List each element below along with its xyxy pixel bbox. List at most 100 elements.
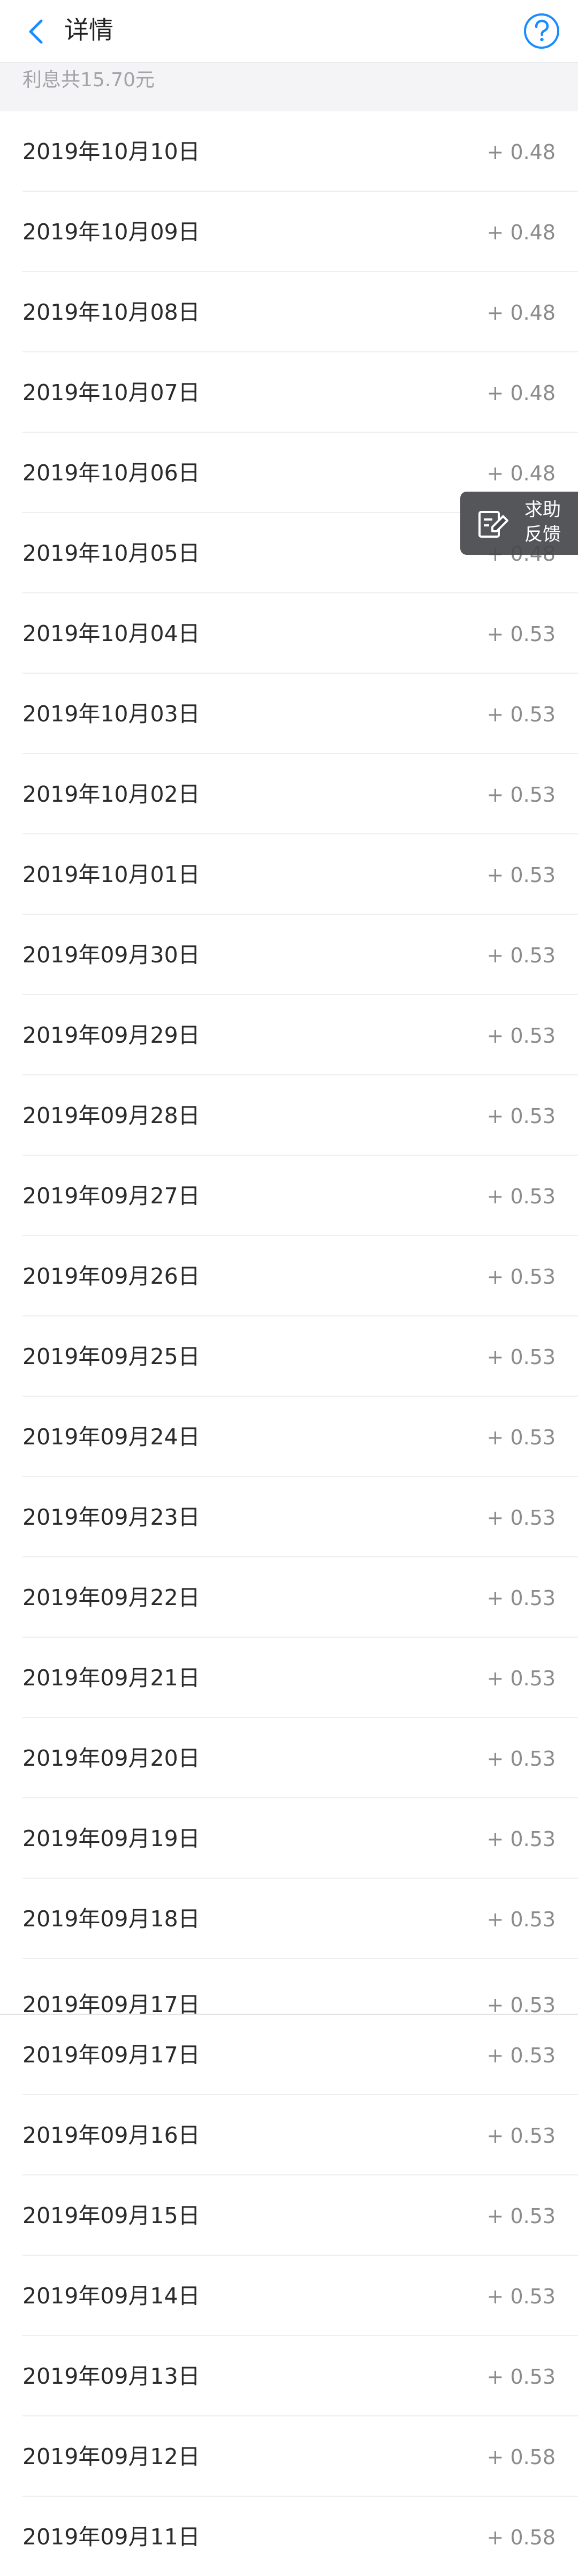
record-date: 2019年09月15日 bbox=[22, 2203, 200, 2228]
record-amount: + 0.48 bbox=[486, 462, 556, 485]
interest-detail-page: 详情 利息共15.70元 2019年10月10日 + 0.48 2019年10月09… bbox=[0, 0, 578, 2576]
record-date: 2019年09月12日 bbox=[22, 2444, 200, 2469]
record-date: 2019年09月20日 bbox=[22, 1745, 200, 1771]
record-row: 2019年09月27日 + 0.53 bbox=[0, 1156, 578, 1236]
record-row: 2019年09月25日 + 0.53 bbox=[0, 1316, 578, 1397]
record-date: 2019年10月06日 bbox=[22, 460, 200, 486]
interest-total: 利息共15.70元 bbox=[22, 69, 155, 91]
record-date: 2019年10月05日 bbox=[22, 540, 200, 566]
record-row: 2019年09月20日 + 0.53 bbox=[0, 1718, 578, 1798]
record-date: 2019年10月02日 bbox=[22, 781, 200, 807]
record-amount: + 0.53 bbox=[486, 2285, 556, 2308]
record-date: 2019年09月14日 bbox=[22, 2283, 200, 2309]
record-date: 2019年09月11日 bbox=[22, 2524, 200, 2550]
record-row: 2019年09月29日 + 0.53 bbox=[0, 995, 578, 1075]
record-amount: + 0.58 bbox=[486, 2526, 556, 2549]
record-amount: + 0.53 bbox=[486, 2124, 556, 2148]
record-date: 2019年10月09日 bbox=[22, 219, 200, 245]
record-row: 2019年10月02日 + 0.53 bbox=[0, 754, 578, 834]
record-amount: + 0.53 bbox=[486, 2204, 556, 2228]
record-amount: + 0.53 bbox=[486, 2044, 556, 2067]
record-amount: + 0.53 bbox=[486, 1426, 556, 1449]
record-row: 2019年09月15日 + 0.53 bbox=[0, 2175, 578, 2256]
record-date: 2019年09月17日 bbox=[22, 1992, 200, 2015]
record-amount: + 0.58 bbox=[486, 2445, 556, 2469]
record-row: 2019年10月08日 + 0.48 bbox=[0, 272, 578, 352]
edit-icon bbox=[478, 511, 508, 538]
record-amount: + 0.53 bbox=[486, 1993, 556, 2015]
nav-bar: 详情 bbox=[0, 0, 578, 63]
record-amount: + 0.53 bbox=[486, 703, 556, 726]
record-row: 2019年09月19日 + 0.53 bbox=[0, 1798, 578, 1879]
record-row: 2019年10月10日 + 0.48 bbox=[0, 111, 578, 192]
record-amount: + 0.53 bbox=[486, 1747, 556, 1771]
record-amount: + 0.48 bbox=[486, 381, 556, 405]
record-row: 2019年09月17日 + 0.53 bbox=[0, 2015, 578, 2095]
feedback-label-line1: 求助 bbox=[524, 499, 561, 521]
chevron-left-icon bbox=[29, 19, 43, 44]
record-row: 2019年09月21日 + 0.53 bbox=[0, 1638, 578, 1718]
record-row: 2019年09月11日 + 0.58 bbox=[0, 2497, 578, 2576]
record-amount: + 0.53 bbox=[486, 1345, 556, 1369]
record-date: 2019年09月26日 bbox=[22, 1263, 200, 1289]
record-date: 2019年09月23日 bbox=[22, 1504, 200, 1530]
record-amount: + 0.48 bbox=[486, 221, 556, 244]
record-date: 2019年09月13日 bbox=[22, 2363, 200, 2389]
record-amount: + 0.53 bbox=[486, 1024, 556, 1048]
record-row: 2019年09月28日 + 0.53 bbox=[0, 1075, 578, 1156]
record-date: 2019年09月28日 bbox=[22, 1103, 200, 1128]
record-date: 2019年09月22日 bbox=[22, 1585, 200, 1610]
record-date: 2019年09月27日 bbox=[22, 1183, 200, 1209]
record-row: 2019年09月30日 + 0.53 bbox=[0, 915, 578, 995]
record-row: 2019年10月07日 + 0.48 bbox=[0, 352, 578, 433]
record-row: 2019年09月22日 + 0.53 bbox=[0, 1557, 578, 1638]
record-row: 2019年10月04日 + 0.53 bbox=[0, 593, 578, 674]
record-date: 2019年09月30日 bbox=[22, 942, 200, 968]
record-date: 2019年09月24日 bbox=[22, 1424, 200, 1450]
record-date: 2019年09月18日 bbox=[22, 1906, 200, 1932]
record-row: 2019年10月01日 + 0.53 bbox=[0, 834, 578, 915]
record-row: 2019年09月16日 + 0.53 bbox=[0, 2095, 578, 2175]
record-row: 2019年09月18日 + 0.53 bbox=[0, 1879, 578, 1959]
record-date: 2019年10月10日 bbox=[22, 139, 200, 164]
help-feedback-button[interactable]: 求助 反馈 bbox=[460, 492, 578, 555]
record-amount: + 0.48 bbox=[486, 140, 556, 164]
record-date: 2019年09月25日 bbox=[22, 1344, 200, 1369]
record-date: 2019年10月03日 bbox=[22, 701, 200, 727]
record-row: 2019年10月09日 + 0.48 bbox=[0, 192, 578, 272]
record-amount: + 0.53 bbox=[486, 622, 556, 646]
interest-summary: 利息共15.70元 bbox=[0, 63, 578, 111]
record-row: 2019年09月26日 + 0.53 bbox=[0, 1236, 578, 1316]
record-date: 2019年10月01日 bbox=[22, 862, 200, 887]
record-amount: + 0.53 bbox=[486, 783, 556, 807]
help-button[interactable] bbox=[520, 10, 563, 52]
record-amount: + 0.53 bbox=[486, 1506, 556, 1530]
page-title: 详情 bbox=[64, 16, 113, 44]
record-amount: + 0.48 bbox=[486, 301, 556, 325]
interest-record-list: 2019年10月10日 + 0.48 2019年10月09日 + 0.48 2019年1… bbox=[0, 111, 578, 1959]
record-row: 2019年09月13日 + 0.53 bbox=[0, 2336, 578, 2416]
record-amount: + 0.53 bbox=[486, 944, 556, 967]
record-row: 2019年09月14日 + 0.53 bbox=[0, 2256, 578, 2336]
record-amount: + 0.53 bbox=[486, 2365, 556, 2389]
record-date: 2019年09月21日 bbox=[22, 1665, 200, 1691]
record-date: 2019年09月19日 bbox=[22, 1826, 200, 1851]
record-date: 2019年09月29日 bbox=[22, 1022, 200, 1048]
record-amount: + 0.53 bbox=[486, 1185, 556, 1208]
record-amount: + 0.53 bbox=[486, 863, 556, 887]
record-amount: + 0.53 bbox=[486, 1586, 556, 1610]
record-row: 2019年10月03日 + 0.53 bbox=[0, 674, 578, 754]
record-amount: + 0.53 bbox=[486, 1265, 556, 1289]
record-date: 2019年09月16日 bbox=[22, 2122, 200, 2148]
record-date: 2019年10月07日 bbox=[22, 380, 200, 405]
back-button[interactable] bbox=[16, 12, 56, 51]
record-date: 2019年09月17日 bbox=[22, 2042, 200, 2068]
record-row: 2019年09月24日 + 0.53 bbox=[0, 1397, 578, 1477]
record-date: 2019年10月04日 bbox=[22, 621, 200, 646]
question-circle-icon bbox=[524, 13, 559, 49]
record-date: 2019年10月08日 bbox=[22, 299, 200, 325]
record-row: 2019年09月12日 + 0.58 bbox=[0, 2416, 578, 2497]
record-amount: + 0.53 bbox=[486, 1908, 556, 1931]
record-amount: + 0.53 bbox=[486, 1104, 556, 1128]
record-row: 2019年09月23日 + 0.53 bbox=[0, 1477, 578, 1557]
